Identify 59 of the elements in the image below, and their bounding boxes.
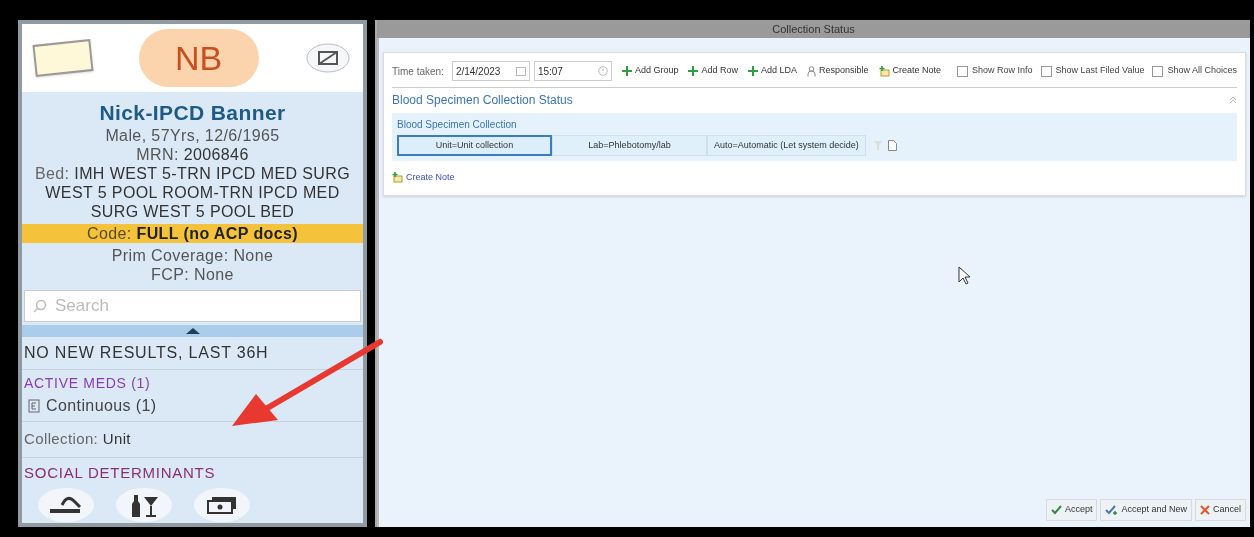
choice-button[interactable]: Unit=Unit collection: [397, 135, 552, 156]
meds-item[interactable]: Continuous (1): [46, 394, 157, 418]
person-icon: [806, 65, 816, 77]
checkbox[interactable]: [1040, 65, 1052, 77]
patient-avatar: NB: [138, 29, 259, 87]
note-icon[interactable]: [887, 140, 897, 151]
social-heading: SOCIAL DETERMINANTS: [23, 462, 217, 483]
time-field[interactable]: 15:07: [533, 61, 612, 81]
fcp-text: FCP: None: [151, 265, 234, 284]
document-icon: [28, 399, 40, 413]
collapse-icon[interactable]: [1229, 96, 1237, 104]
footer-button[interactable]: Cancel: [1195, 499, 1246, 521]
toolbar-action[interactable]: Add Row: [688, 64, 738, 78]
coverage-text: Prim Coverage: None: [111, 246, 274, 265]
money-icon[interactable]: [192, 487, 252, 523]
plus-icon: [747, 66, 758, 76]
checkbox-label: Show Row Info: [972, 64, 1033, 78]
toolbar-action[interactable]: Add LDA: [747, 64, 797, 78]
toolbar-action[interactable]: Create Note: [878, 64, 942, 78]
checkbox[interactable]: [1152, 65, 1164, 77]
time-taken-label: Time taken:: [392, 64, 444, 79]
screen-off-icon[interactable]: [305, 42, 351, 74]
close-icon: [1200, 505, 1210, 515]
plus-icon: [621, 66, 632, 76]
footer-button[interactable]: Accept and New: [1100, 499, 1192, 521]
check-icon: [1050, 505, 1062, 515]
checkbox-label: Show Last Filed Value: [1055, 64, 1145, 78]
date-field[interactable]: 2/14/2023: [451, 61, 530, 81]
code-status-banner: Code: FULL (no ACP docs): [22, 224, 363, 243]
toolbar-action[interactable]: Responsible: [806, 64, 869, 78]
group-title: Blood Specimen Collection: [397, 118, 518, 132]
checkbox-label: Show All Choices: [1167, 64, 1237, 78]
footer-button[interactable]: Accept: [1045, 499, 1098, 521]
section-title: Blood Specimen Collection Status: [392, 92, 573, 109]
sticky-note-icon[interactable]: [32, 39, 94, 77]
search-field[interactable]: Search: [24, 290, 361, 322]
bed-text: Bed: IMH WEST 5-TRN IPCD MED SURG WEST 5 POOL ROOM-TRN IPCD MED SURG WEST 5 POOL BED: [33, 164, 352, 221]
choice-button[interactable]: Auto=Automatic (Let system decide): [707, 135, 866, 156]
alcohol-icon[interactable]: [114, 487, 174, 523]
calendar-icon: [515, 66, 526, 76]
note-add-icon: [878, 65, 890, 77]
window-title: Collection Status: [772, 21, 855, 37]
clock-icon: [597, 66, 608, 76]
patient-name: Nick-IPCD Banner: [99, 100, 286, 126]
search-icon: [33, 299, 47, 313]
choice-button[interactable]: Lab=Phlebotomy/lab: [552, 135, 707, 156]
meds-heading[interactable]: ACTIVE MEDS (1): [24, 373, 361, 394]
caret-up-icon: [185, 328, 200, 334]
create-note-link[interactable]: Create Note: [392, 171, 455, 185]
checkbox[interactable]: [957, 65, 969, 77]
check-plus-icon: [1105, 505, 1119, 515]
results-text: NO NEW RESULTS, LAST 36H: [22, 337, 363, 370]
note-add-icon: [392, 172, 403, 184]
toolbar-action[interactable]: Add Group: [621, 64, 679, 78]
mrn-text: MRN: 2006846: [136, 145, 249, 164]
smoking-icon[interactable]: [36, 487, 96, 523]
mouse-cursor-icon: [958, 265, 972, 286]
patient-demographics: Male, 57Yrs, 12/6/1965: [105, 126, 280, 145]
plus-icon: [688, 66, 699, 76]
